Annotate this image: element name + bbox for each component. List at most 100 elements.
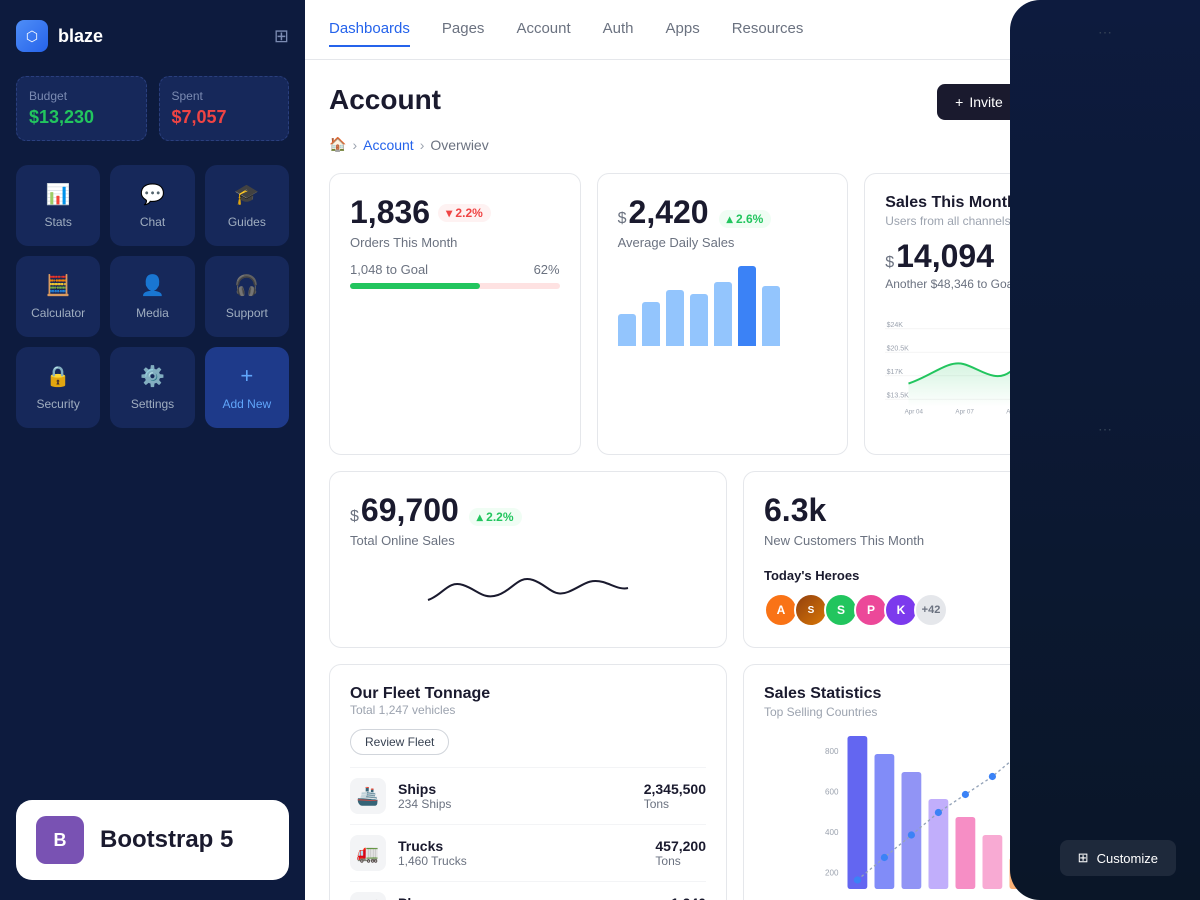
right-dark-panel: ⋯ ⋯ <box>1010 60 1200 900</box>
nav-links: Dashboards Pages Account Auth Apps Resou… <box>329 12 803 47</box>
calculator-label: Calculator <box>31 306 85 320</box>
orders-badge: ▾ 2.2% <box>438 204 491 222</box>
bar-5 <box>714 282 732 346</box>
progress-fill <box>350 283 480 289</box>
plus-icon: + <box>955 94 963 110</box>
tab-dashboards[interactable]: Dashboards <box>329 12 410 47</box>
bootstrap-label: Bootstrap 5 <box>100 826 233 854</box>
bar-3 <box>666 290 684 346</box>
bar-1 <box>618 314 636 346</box>
svg-text:Apr 07: Apr 07 <box>956 408 975 415</box>
budget-card: Budget $13,230 <box>16 76 147 141</box>
online-sales-badge: ▴ 2.2% <box>469 508 522 526</box>
svg-text:800: 800 <box>825 747 839 756</box>
add-label: Add New <box>222 397 271 411</box>
bar-7 <box>762 286 780 346</box>
fleet-subtitle: Total 1,247 vehicles <box>350 703 706 717</box>
svg-text:$13.5K: $13.5K <box>887 393 910 400</box>
breadcrumb-account[interactable]: Account <box>363 137 414 153</box>
nav-item-chat[interactable]: 💬 Chat <box>110 165 194 246</box>
bootstrap-badge: B Bootstrap 5 <box>16 800 289 880</box>
customize-icon: ⊞ <box>1078 850 1089 866</box>
budget-label: Budget <box>29 89 134 103</box>
home-icon[interactable]: 🏠 <box>329 136 346 153</box>
logo-area: ⬡ blaze <box>16 20 103 52</box>
support-label: Support <box>226 306 268 320</box>
budget-cards: Budget $13,230 Spent $7,057 <box>16 76 289 141</box>
tab-apps[interactable]: Apps <box>666 12 700 47</box>
hero-4: P <box>854 593 888 627</box>
nav-item-media[interactable]: 👤 Media <box>110 256 194 337</box>
media-label: Media <box>136 306 169 320</box>
stats-label: Stats <box>44 215 71 229</box>
calculator-icon: 🧮 <box>46 273 71 298</box>
invite-button[interactable]: + Invite <box>937 84 1021 120</box>
chat-icon: 💬 <box>140 182 165 207</box>
breadcrumb-sep2: › <box>420 137 425 153</box>
tab-auth[interactable]: Auth <box>603 12 634 47</box>
tab-resources[interactable]: Resources <box>732 12 804 47</box>
trucks-count: 1,460 Trucks <box>398 854 467 868</box>
fleet-review-button[interactable]: Review Fleet <box>350 729 449 755</box>
chat-label: Chat <box>140 215 165 229</box>
fleet-section: Our Fleet Tonnage Total 1,247 vehicles R… <box>329 664 727 900</box>
sales-amount: 14,094 <box>896 238 994 275</box>
tab-pages[interactable]: Pages <box>442 12 485 47</box>
fleet-row-planes: ✈️ Planes 8 Aircrafts 1,240 Tons <box>350 881 706 900</box>
progress-label: 1,048 to Goal <box>350 262 428 277</box>
nav-item-calculator[interactable]: 🧮 Calculator <box>16 256 100 337</box>
nav-item-support[interactable]: 🎧 Support <box>205 256 289 337</box>
customize-button[interactable]: ⊞ Customize <box>1060 840 1176 876</box>
nav-grid: 📊 Stats 💬 Chat 🎓 Guides 🧮 Calculator 👤 M… <box>16 165 289 428</box>
stats-icon: 📊 <box>46 182 71 207</box>
ships-value: 2,345,500 <box>644 781 706 797</box>
trucks-name: Trucks <box>398 838 467 854</box>
app-name: blaze <box>58 26 103 47</box>
ships-count: 234 Ships <box>398 797 451 811</box>
trucks-value: 457,200 <box>655 838 706 854</box>
breadcrumb-sep1: › <box>352 137 357 153</box>
fleet-title: Our Fleet Tonnage <box>350 685 706 703</box>
panel-icon-2[interactable]: ⋯ <box>1098 421 1112 438</box>
amount-prefix: $ <box>885 254 894 272</box>
hero-1: A <box>764 593 798 627</box>
daily-sales-badge: ▴ 2.6% <box>719 210 772 228</box>
sidebar: ⬡ blaze ⊞ Budget $13,230 Spent $7,057 📊 … <box>0 0 305 900</box>
guides-label: Guides <box>228 215 266 229</box>
planes-name: Planes <box>398 895 451 900</box>
support-icon: 🎧 <box>234 273 259 298</box>
fleet-row-ships: 🚢 Ships 234 Ships 2,345,500 Tons <box>350 767 706 824</box>
page-title: Account <box>329 84 441 116</box>
svg-text:$24K: $24K <box>887 322 904 329</box>
settings-icon: ⚙️ <box>140 364 165 389</box>
nav-item-security[interactable]: 🔒 Security <box>16 347 100 428</box>
nav-item-stats[interactable]: 📊 Stats <box>16 165 100 246</box>
menu-icon[interactable]: ⊞ <box>274 26 289 47</box>
nav-item-add-new[interactable]: + Add New <box>205 347 289 428</box>
nav-item-settings[interactable]: ⚙️ Settings <box>110 347 194 428</box>
bootstrap-logo: B <box>36 816 84 864</box>
svg-text:$20.5K: $20.5K <box>887 346 910 353</box>
sales-prefix: $ <box>618 210 627 228</box>
content-area: Account + Invite Create App 🏠 › Account … <box>305 60 1200 900</box>
planes-icon: ✈️ <box>350 892 386 900</box>
ships-name: Ships <box>398 781 451 797</box>
ships-icon: 🚢 <box>350 778 386 814</box>
media-icon: 👤 <box>140 273 165 298</box>
svg-text:$17K: $17K <box>887 369 904 376</box>
fleet-table: 🚢 Ships 234 Ships 2,345,500 Tons <box>350 767 706 900</box>
online-sales-label: Total Online Sales <box>350 533 706 548</box>
trucks-icon: 🚛 <box>350 835 386 871</box>
security-label: Security <box>36 397 79 411</box>
budget-value: $13,230 <box>29 107 134 128</box>
svg-text:600: 600 <box>825 788 839 797</box>
hero-count: +42 <box>914 593 948 627</box>
nav-item-guides[interactable]: 🎓 Guides <box>205 165 289 246</box>
logo-icon: ⬡ <box>16 20 48 52</box>
spent-card: Spent $7,057 <box>159 76 290 141</box>
tab-account[interactable]: Account <box>516 12 570 47</box>
svg-text:Apr 04: Apr 04 <box>905 408 924 415</box>
fleet-row-trucks: 🚛 Trucks 1,460 Trucks 457,200 Tons <box>350 824 706 881</box>
svg-text:200: 200 <box>825 869 839 878</box>
settings-label: Settings <box>131 397 174 411</box>
